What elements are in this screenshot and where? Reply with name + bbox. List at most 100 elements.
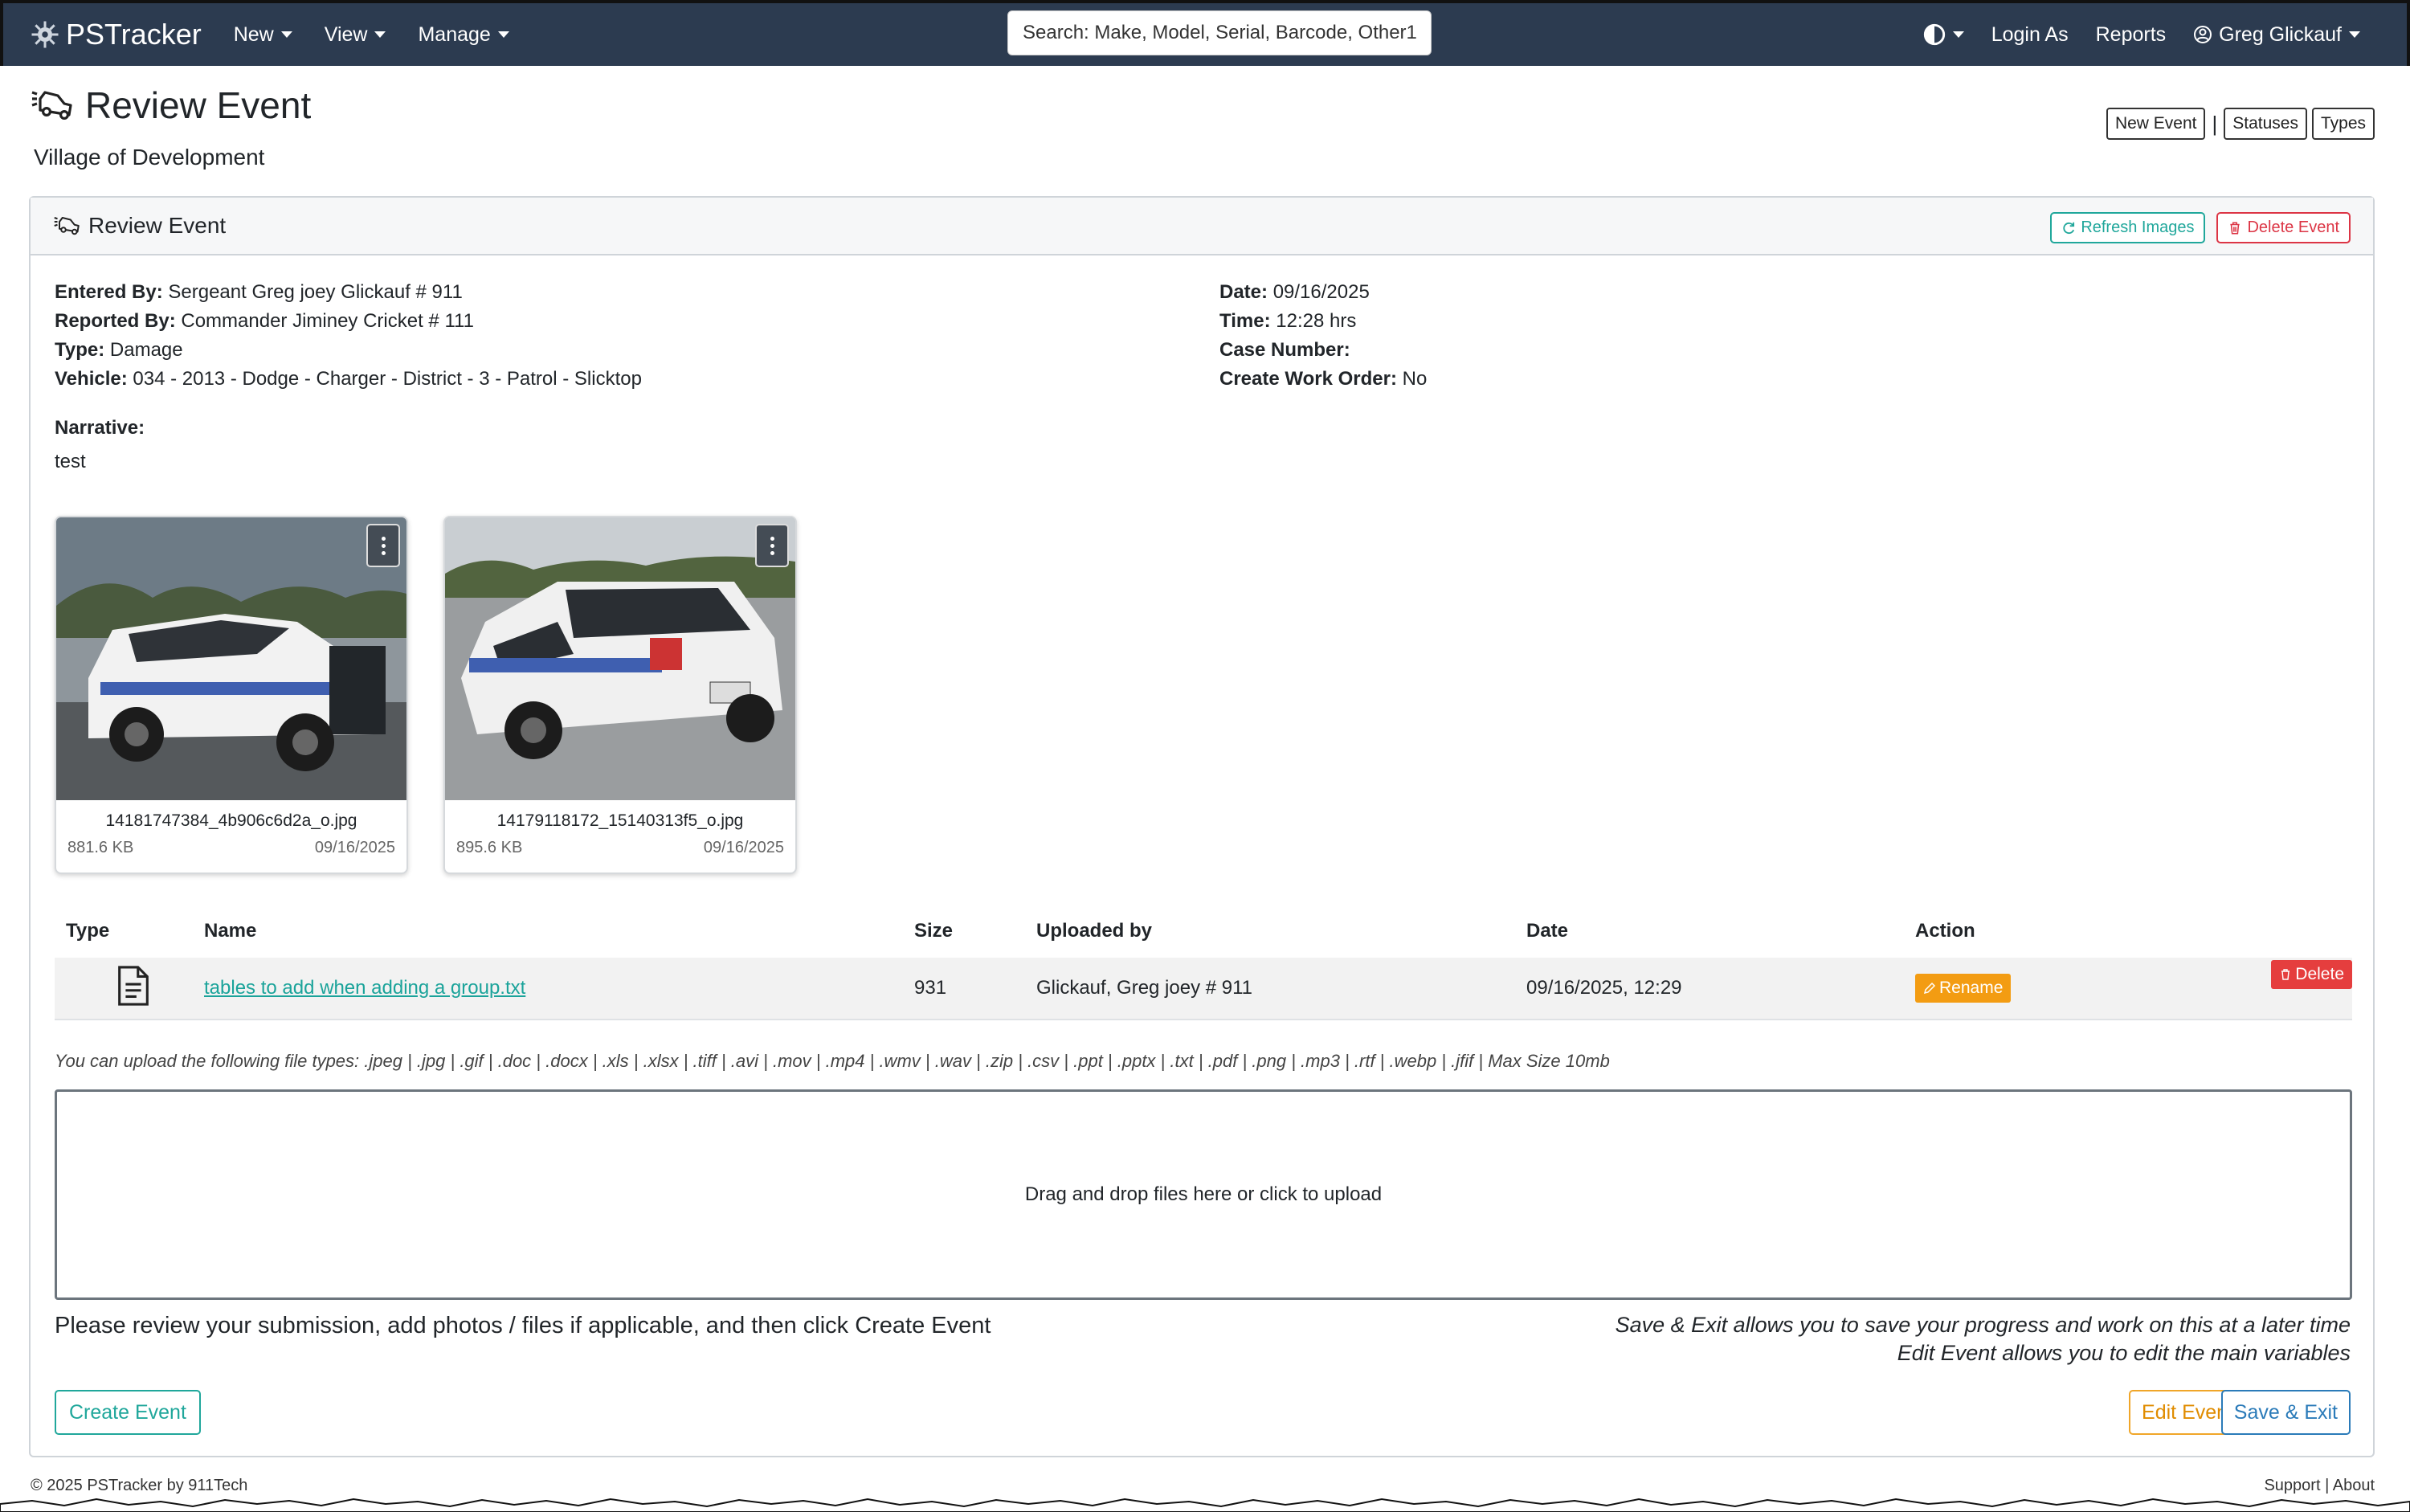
work-order-value: No	[1402, 368, 1428, 390]
allowed-file-types: You can upload the following file types:…	[55, 1051, 1610, 1071]
field-label: Time:	[1219, 310, 1271, 332]
new-event-button[interactable]: New Event	[2106, 108, 2206, 140]
chevron-down-icon	[497, 31, 509, 38]
theme-toggle[interactable]	[1923, 23, 1964, 46]
field-label: Reported By:	[55, 310, 176, 332]
col-uploaded-by: Uploaded by	[1036, 920, 1153, 942]
footer-separator: |	[2325, 1477, 2330, 1494]
file-name-cell: tables to add when adding a group.txt	[204, 977, 914, 999]
reported-by-value: Commander Jiminey Cricket # 111	[181, 310, 474, 332]
image-options-menu[interactable]	[755, 524, 789, 567]
search-input[interactable]	[1007, 10, 1432, 55]
main-menu: New View Manage	[234, 23, 541, 47]
menu-view[interactable]: View	[325, 23, 386, 47]
image-filename: 14179118172_15140313f5_o.jpg	[496, 811, 744, 830]
narrative-section: Narrative: test	[55, 411, 145, 479]
image-tile[interactable]: 14181747384_4b906c6d2a_o.jpg 881.6 KB 09…	[55, 516, 408, 874]
image-size: 881.6 KB	[67, 839, 134, 856]
trash-icon	[2281, 969, 2290, 980]
chevron-down-icon	[1952, 31, 1964, 38]
edit-event-note: Edit Event allows you to edit the main v…	[1897, 1341, 2351, 1365]
login-as-link[interactable]: Login As	[1991, 23, 2069, 47]
card-title: Review Event	[88, 213, 227, 238]
file-text-icon	[118, 965, 149, 1006]
menu-manage[interactable]: Manage	[418, 23, 509, 47]
brand-name: PSTracker	[66, 18, 202, 51]
uploaded-by-cell: Glickauf, Greg joey # 911	[1036, 977, 1253, 999]
refresh-images-label: Refresh Images	[2081, 219, 2195, 236]
car-crash-icon	[31, 91, 72, 121]
rename-label: Rename	[1939, 979, 2004, 997]
event-details-left: Entered By: Sergeant Greg joey Glickauf …	[55, 278, 642, 394]
user-circle-icon	[2194, 26, 2212, 43]
entered-by-row: Entered By: Sergeant Greg joey Glickauf …	[55, 278, 642, 307]
date-value: 09/16/2025	[1272, 281, 1370, 303]
organization-name: Village of Development	[34, 145, 265, 170]
trash-icon	[2230, 221, 2240, 235]
vehicle-photo	[56, 517, 406, 800]
dropzone-label: Drag and drop files here or click to upl…	[1024, 1183, 1383, 1205]
file-upload-dropzone[interactable]: Drag and drop files here or click to upl…	[55, 1089, 2352, 1300]
card-header-actions: Refresh Images Delete Event	[2050, 212, 2351, 243]
refresh-icon	[2063, 222, 2075, 234]
field-label: Vehicle:	[55, 368, 128, 390]
delete-event-button[interactable]: Delete Event	[2216, 212, 2351, 243]
footer-copyright: © 2025 PSTracker by 911Tech	[31, 1477, 248, 1494]
save-exit-button[interactable]: Save & Exit	[2220, 1390, 2351, 1435]
narrative-label: Narrative:	[55, 417, 145, 439]
case-number-row: Case Number:	[1219, 336, 1427, 365]
types-button[interactable]: Types	[2311, 108, 2375, 140]
file-type-cell	[55, 965, 204, 1011]
col-action: Action	[1915, 920, 1975, 942]
footer-links: Support | About	[2264, 1477, 2375, 1495]
car-crash-icon	[54, 217, 80, 235]
entered-by-value: Sergeant Greg joey Glickauf # 911	[168, 281, 463, 303]
image-options-menu[interactable]	[366, 524, 400, 567]
support-link[interactable]: Support	[2264, 1477, 2320, 1494]
brand[interactable]: PSTracker	[31, 18, 202, 51]
menu-manage-label: Manage	[418, 22, 491, 46]
type-value: Damage	[109, 339, 183, 361]
about-link[interactable]: About	[2333, 1477, 2375, 1494]
top-navbar: PSTracker New View Manage Login As Repor…	[0, 0, 2410, 66]
page-heading: Review Event	[85, 84, 312, 126]
narrative-text: test	[55, 451, 86, 472]
chevron-down-icon	[374, 31, 386, 38]
card-header: Review Event Refresh Images Delete Event	[31, 198, 2373, 255]
navbar-right: Login As Reports Greg Glickauf	[1896, 3, 2360, 66]
gear-logo-icon	[31, 21, 59, 48]
menu-new-label: New	[233, 22, 274, 46]
menu-view-label: View	[324, 22, 368, 46]
vehicle-value: 034 - 2013 - Dodge - Charger - District …	[133, 368, 642, 390]
date-row: Date: 09/16/2025	[1219, 278, 1427, 307]
user-menu[interactable]: Greg Glickauf	[2193, 23, 2360, 47]
col-name: Name	[204, 920, 257, 942]
reports-link[interactable]: Reports	[2096, 23, 2167, 47]
save-exit-note: Save & Exit allows you to save your prog…	[1615, 1313, 2351, 1337]
review-event-card: Review Event Refresh Images Delete Event…	[29, 196, 2375, 1457]
delete-label: Delete	[2295, 965, 2344, 983]
field-label: Date:	[1219, 281, 1268, 303]
image-date: 09/16/2025	[314, 839, 395, 856]
field-label: Case Number:	[1219, 339, 1350, 361]
chevron-down-icon	[280, 31, 292, 38]
statuses-button[interactable]: Statuses	[2224, 108, 2307, 140]
image-tile[interactable]: 14179118172_15140313f5_o.jpg 895.6 KB 09…	[443, 516, 797, 874]
field-label: Type:	[55, 339, 105, 361]
file-download-link[interactable]: tables to add when adding a group.txt	[204, 977, 525, 999]
time-row: Time: 12:28 hrs	[1219, 307, 1427, 336]
delete-event-label: Delete Event	[2247, 219, 2339, 236]
image-date: 09/16/2025	[703, 839, 784, 856]
menu-new[interactable]: New	[234, 23, 292, 47]
refresh-images-button[interactable]: Refresh Images	[2050, 212, 2206, 243]
rename-file-button[interactable]: Rename	[1915, 974, 2012, 1003]
delete-file-button[interactable]: Delete	[2271, 960, 2352, 989]
image-filename: 14181747384_4b906c6d2a_o.jpg	[105, 811, 357, 830]
create-event-button[interactable]: Create Event	[55, 1390, 201, 1435]
torn-edge-decoration	[0, 1498, 2410, 1512]
event-toolbar: New Event | Statuses Types	[2106, 108, 2375, 140]
col-date: Date	[1526, 920, 1569, 942]
pencil-icon	[1923, 982, 1936, 995]
files-table: Type Name Size Uploaded by Date Action t…	[55, 905, 2352, 1020]
time-value: 12:28 hrs	[1276, 310, 1357, 332]
